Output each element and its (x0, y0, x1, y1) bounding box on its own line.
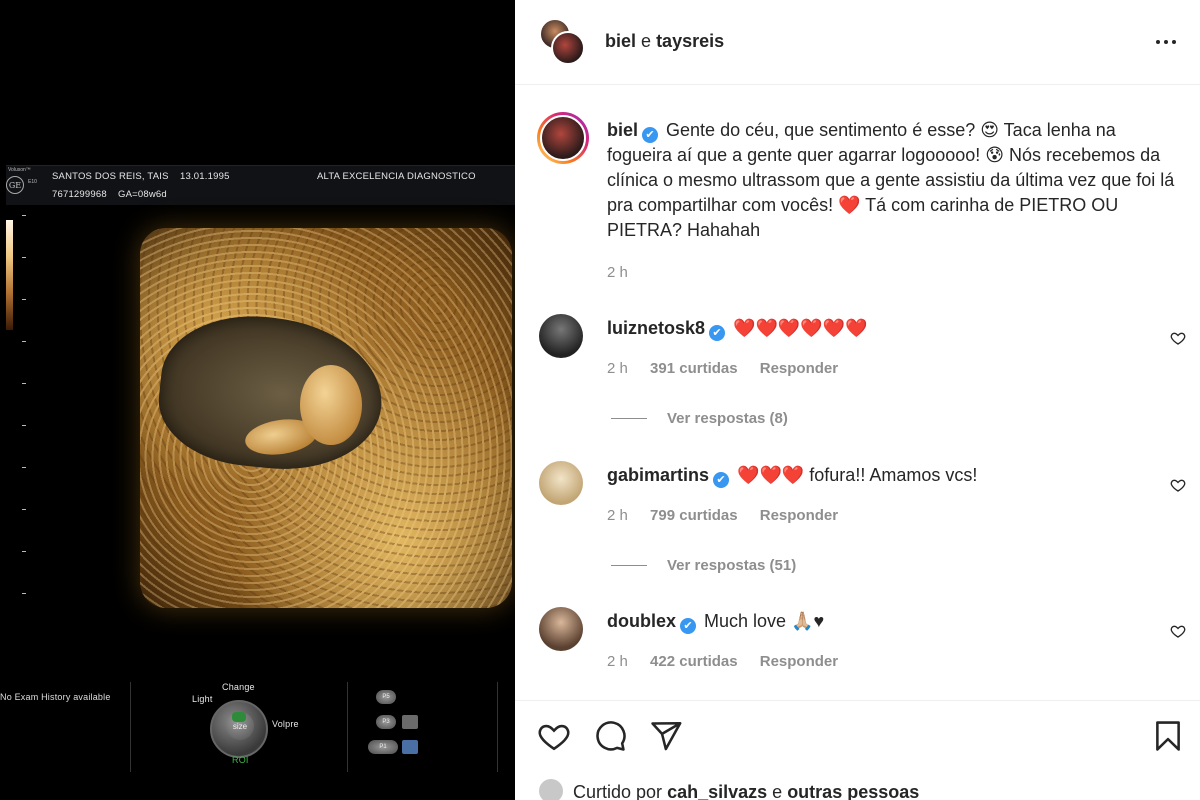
comment-like-heart-icon[interactable] (1170, 477, 1186, 493)
p1-button: P1 (368, 740, 398, 754)
avatar (539, 779, 563, 800)
more-options-icon[interactable] (1151, 30, 1181, 54)
author-link[interactable]: biel (605, 31, 636, 51)
view-replies-button[interactable]: Ver respostas (51) (611, 557, 796, 574)
comment-text: ❤️❤️❤️❤️❤️❤️ (733, 318, 868, 338)
comment-avatar[interactable] (539, 461, 583, 505)
comment-likes[interactable]: 422 curtidas (650, 653, 738, 670)
view-replies-label: Ver respostas (8) (667, 410, 788, 427)
ge-logo: GE (6, 176, 24, 194)
comment-likes[interactable]: 799 curtidas (650, 507, 738, 524)
caption-username[interactable]: biel (607, 120, 638, 140)
liked-by-connector: e (772, 782, 783, 800)
liked-by-line: Curtido por cah_silvazs e outras pessoas (539, 779, 919, 800)
render-icon (402, 715, 418, 729)
gain-scale-bar (6, 220, 13, 330)
replies-divider (611, 418, 647, 419)
liked-by-prefix: Curtido por (573, 782, 663, 800)
author-link[interactable]: taysreis (656, 31, 724, 51)
exam-history-text: No Exam History available (0, 692, 111, 702)
p3-label: P3 (382, 719, 390, 725)
knob-indicator (232, 712, 246, 722)
comment-likes[interactable]: 391 curtidas (650, 360, 738, 377)
comment-meta: 2 h 391 curtidas Responder (607, 360, 856, 377)
verified-badge-icon: ✔ (680, 618, 697, 634)
comment-avatar[interactable] (539, 607, 583, 651)
comment-time[interactable]: 2 h (607, 360, 628, 377)
light-label: Light (192, 694, 213, 704)
comment-meta: 2 h 422 curtidas Responder (607, 653, 856, 670)
fetus-head (300, 365, 362, 445)
comment-body: luiznetosk8 ✔ ❤️❤️❤️❤️❤️❤️ (607, 316, 1147, 341)
comment-item: luiznetosk8 ✔ ❤️❤️❤️❤️❤️❤️ 2 h 391 curtid… (515, 314, 1200, 404)
comment-time[interactable]: 2 h (607, 653, 628, 670)
p5-button: P5 (376, 690, 396, 704)
collab-avatars[interactable] (539, 18, 585, 66)
authors-conjunction: e (641, 31, 652, 51)
roi-label: ROI (232, 755, 249, 765)
comment-like-heart-icon[interactable] (1170, 330, 1186, 346)
liked-by-others[interactable]: outras pessoas (787, 782, 919, 800)
comment-item: gabimartins ✔ ❤️❤️❤️ fofura!! Amamos vcs!… (515, 461, 1200, 551)
patient-id: 7671299968 (52, 189, 107, 200)
comment-avatar[interactable] (539, 314, 583, 358)
reply-button[interactable]: Responder (760, 653, 838, 670)
avatar (551, 31, 585, 65)
verified-badge-icon: ✔ (709, 325, 726, 341)
replies-divider (611, 565, 647, 566)
comment-item: doublex ✔ Much love 🙏🏼♥ 2 h 422 curtidas … (515, 607, 1200, 697)
bookmark-icon[interactable] (1151, 719, 1185, 753)
comment-text: ❤️❤️❤️ fofura!! Amamos vcs! (737, 465, 978, 485)
depth-ruler (22, 215, 26, 635)
comment-time[interactable]: 2 h (607, 507, 628, 524)
model-label: E10 (28, 179, 37, 185)
send-icon[interactable] (649, 719, 683, 753)
caption-text: Gente do céu, que sentimento é esse? 😍 T… (607, 120, 1175, 240)
patient-dob: 13.01.1995 (180, 171, 230, 182)
comment-username[interactable]: doublex (607, 611, 676, 631)
panel-divider (347, 682, 348, 772)
change-label: Change (222, 682, 255, 692)
liked-by-user[interactable]: cah_silvazs (667, 782, 767, 800)
comment-body: doublex ✔ Much love 🙏🏼♥ (607, 609, 1147, 634)
clinic-name: ALTA EXCELENCIA DIAGNOSTICO (317, 171, 476, 182)
p3-button: P3 (376, 715, 396, 729)
reply-button[interactable]: Responder (760, 360, 838, 377)
view-replies-label: Ver respostas (51) (667, 557, 797, 574)
comment-like-heart-icon[interactable] (1170, 623, 1186, 639)
save-disk-icon (402, 740, 418, 754)
p1-label: P1 (379, 744, 387, 750)
comment-username[interactable]: luiznetosk8 (607, 318, 705, 338)
reply-button[interactable]: Responder (760, 507, 838, 524)
heart-icon[interactable] (537, 719, 571, 753)
gestational-age: GA=08w6d (118, 189, 167, 200)
post-side-panel: biel e taysreis biel ✔ Gente do céu, que … (515, 0, 1200, 800)
p5-label: P5 (382, 694, 390, 700)
verified-badge-icon: ✔ (713, 472, 730, 488)
post-header: biel e taysreis (515, 0, 1200, 85)
panel-divider (497, 682, 498, 772)
volpre-label: Volpre (272, 719, 299, 729)
view-replies-button[interactable]: Ver respostas (8) (611, 410, 788, 427)
panel-divider (130, 682, 131, 772)
comment-icon[interactable] (593, 719, 627, 753)
patient-name: SANTOS DOS REIS, TAIS (52, 171, 169, 182)
comment-username[interactable]: gabimartins (607, 465, 709, 485)
verified-badge-icon: ✔ (642, 127, 659, 143)
caption-timestamp[interactable]: 2 h (607, 264, 628, 281)
caption-avatar[interactable] (537, 112, 589, 164)
post-media[interactable]: Voluson™ GE E10 SANTOS DOS REIS, TAIS 13… (0, 0, 515, 800)
comment-body: gabimartins ✔ ❤️❤️❤️ fofura!! Amamos vcs! (607, 463, 1147, 488)
comment-text: Much love 🙏🏼♥ (704, 611, 825, 631)
comment-meta: 2 h 799 curtidas Responder (607, 507, 856, 524)
post-caption: biel ✔ Gente do céu, que sentimento é ess… (607, 118, 1177, 243)
post-actions-bar: Curtido por cah_silvazs e outras pessoas (515, 700, 1200, 800)
voluson-label: Voluson™ (8, 167, 31, 173)
size-label: size (232, 721, 248, 731)
post-authors: biel e taysreis (605, 31, 724, 52)
